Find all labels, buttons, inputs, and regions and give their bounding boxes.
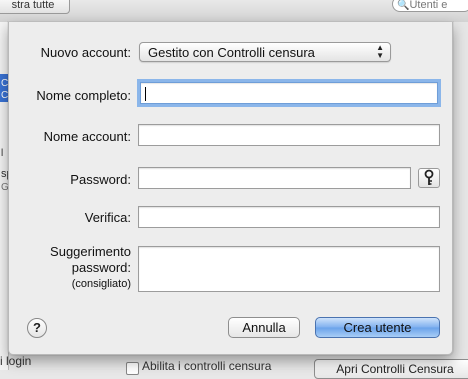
password-hint-label-line2: password: — [71, 260, 131, 275]
full-name-label: Nome completo: — [36, 88, 131, 103]
password-label: Password: — [70, 172, 131, 187]
verify-label: Verifica: — [84, 210, 131, 225]
password-field[interactable] — [138, 167, 411, 189]
sidebar-text: l — [1, 148, 4, 159]
search-field[interactable]: 🔍Utenti e — [392, 0, 468, 12]
help-button[interactable]: ? — [27, 318, 47, 338]
create-user-button[interactable]: Crea utente — [315, 317, 440, 338]
enable-parental-controls-label: Abilita i controlli censura — [142, 359, 272, 373]
background-toolbar: stra tutte 🔍Utenti e — [0, 0, 468, 23]
full-name-field[interactable] — [140, 82, 438, 104]
password-hint-note: (consigliato) — [71, 278, 131, 290]
new-account-label: Nuovo account: — [40, 45, 131, 60]
key-icon — [424, 169, 434, 185]
search-icon: 🔍 — [397, 0, 410, 11]
password-hint-label-line1: Suggerimento — [50, 244, 131, 259]
cancel-button[interactable]: Annulla — [228, 317, 300, 338]
enable-parental-controls-checkbox[interactable] — [126, 362, 139, 375]
show-all-button[interactable]: stra tutte — [0, 0, 70, 14]
open-parental-controls-button[interactable]: Apri Controlli Censura — [314, 359, 468, 379]
account-type-value: Gestito con Controlli censura — [148, 45, 315, 60]
account-type-popup[interactable]: Gestito con Controlli censura ▲ ▼ — [139, 42, 391, 62]
password-hint-label: Suggerimento password: (consigliato) — [50, 244, 131, 292]
account-name-label: Nome account: — [43, 129, 131, 144]
popup-arrows-icon: ▲ ▼ — [376, 43, 384, 60]
search-placeholder: Utenti e — [409, 0, 448, 11]
verify-field[interactable] — [138, 206, 440, 228]
text-cursor — [145, 87, 146, 101]
login-options-label[interactable]: i login — [0, 354, 31, 368]
account-name-field[interactable] — [138, 124, 440, 146]
password-hint-field[interactable] — [138, 246, 440, 292]
new-account-sheet: Nuovo account: Gestito con Controlli cen… — [8, 22, 453, 355]
password-assistant-button[interactable] — [418, 168, 440, 188]
